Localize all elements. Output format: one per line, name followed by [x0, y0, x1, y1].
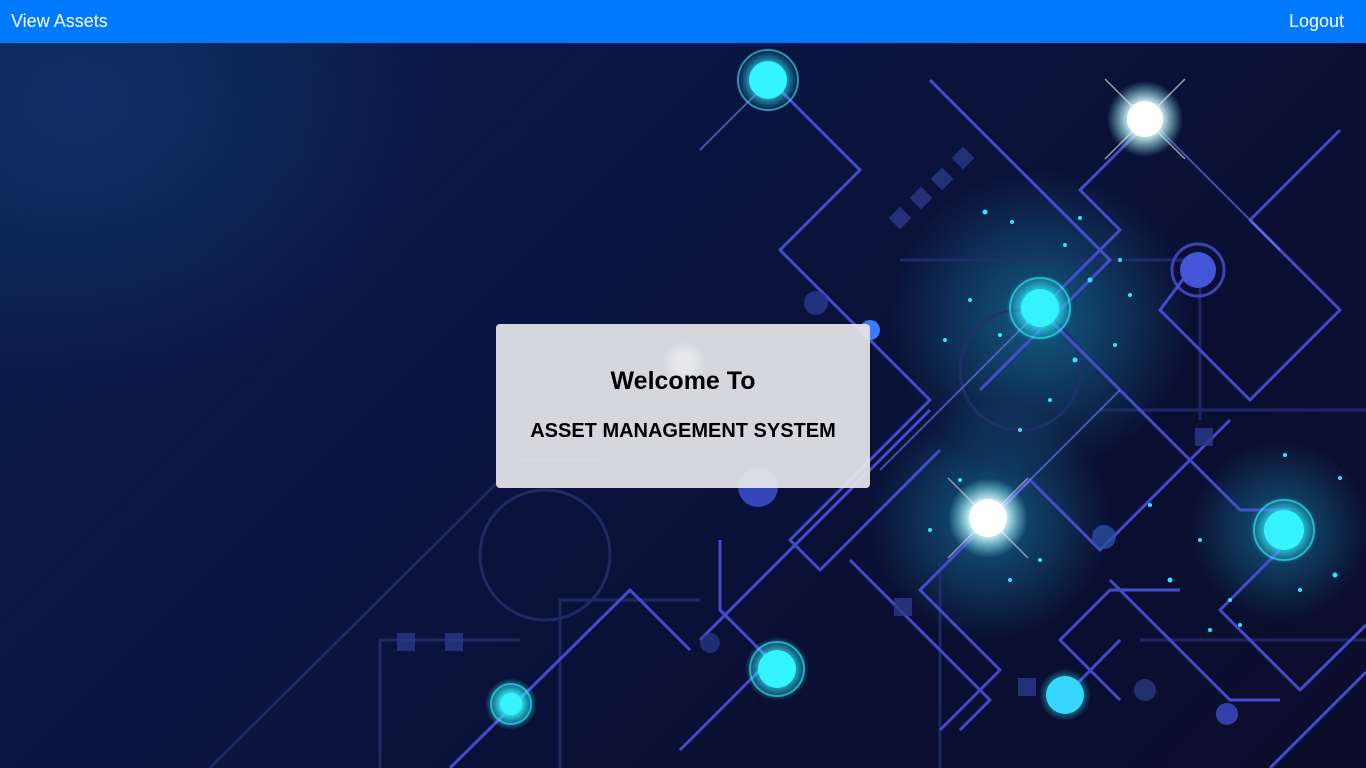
logout-link[interactable]: Logout [1289, 0, 1344, 43]
welcome-card: Welcome To ASSET MANAGEMENT SYSTEM [496, 324, 870, 488]
view-assets-link[interactable]: View Assets [11, 0, 108, 43]
top-navbar: View Assets Logout [0, 0, 1366, 43]
system-name: ASSET MANAGEMENT SYSTEM [530, 420, 836, 442]
welcome-title: Welcome To [610, 367, 756, 395]
